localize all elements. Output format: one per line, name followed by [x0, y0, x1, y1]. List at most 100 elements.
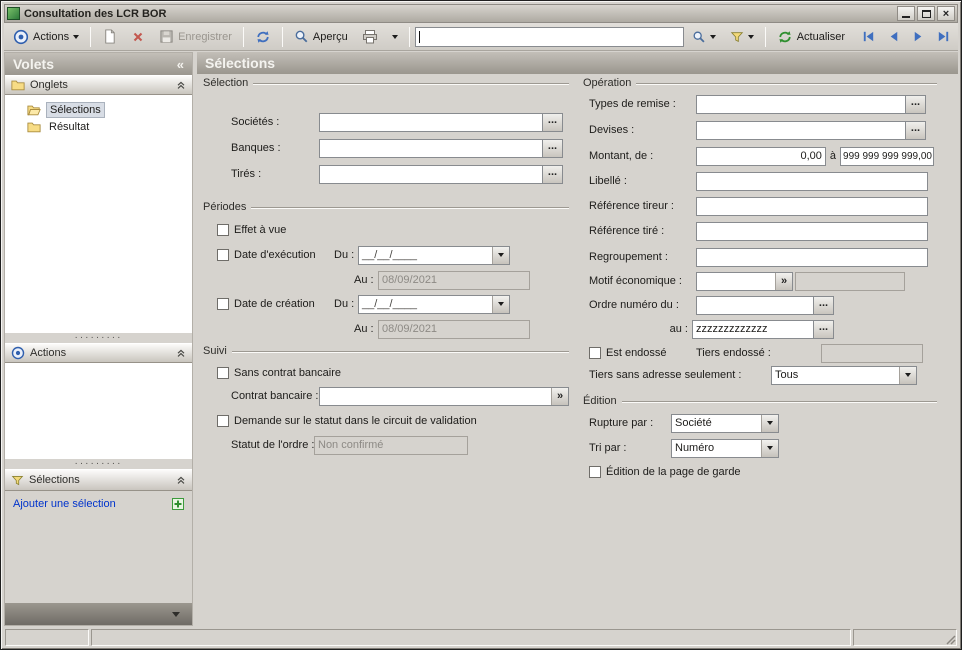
chevron-down-icon[interactable] — [761, 439, 778, 457]
du-label: Du : — [334, 298, 355, 310]
sidebar-splitter[interactable]: ········· — [5, 333, 192, 343]
ordre-du-browse-button[interactable]: ... — [814, 295, 834, 315]
status-panel — [853, 628, 957, 646]
tiers-endosse-input — [821, 343, 923, 363]
ordre-au-browse-button[interactable]: ... — [814, 319, 834, 339]
date-execution-au-input: 08/09/2021 — [378, 270, 530, 290]
rupture-row: Rupture par : Société — [589, 413, 779, 433]
text-caret — [418, 30, 420, 43]
new-document-icon — [105, 29, 115, 44]
tiers-sans-adresse-select[interactable]: Tous — [771, 365, 917, 385]
banques-input[interactable] — [319, 138, 543, 158]
contrat-bancaire-combo[interactable]: » — [319, 386, 569, 406]
chevron-down-icon[interactable] — [899, 366, 916, 384]
previous-record-button[interactable] — [882, 25, 905, 49]
add-selection-link[interactable]: Ajouter une sélection — [13, 498, 116, 510]
first-record-button[interactable] — [857, 25, 880, 49]
minimize-button[interactable] — [897, 6, 915, 21]
tree-item-selections[interactable]: Sélections — [17, 101, 192, 118]
resize-grip[interactable] — [944, 633, 956, 645]
date-execution-row: Date d'exécution Du : __/__/____ — [217, 245, 563, 265]
sidebar-splitter[interactable]: ········· — [5, 459, 192, 469]
last-record-button[interactable] — [932, 25, 955, 49]
search-input[interactable] — [414, 26, 684, 47]
double-chevron-icon[interactable]: » — [775, 272, 792, 290]
group-selection: Sélection — [203, 76, 569, 90]
sidebar-section-onglets[interactable]: Onglets — [5, 75, 192, 95]
plus-icon[interactable] — [172, 498, 184, 510]
tri-select[interactable]: Numéro — [671, 438, 779, 458]
date-creation-du-combo[interactable]: __/__/____ — [358, 294, 510, 314]
delete-button[interactable] — [125, 25, 151, 49]
new-button[interactable] — [96, 25, 123, 49]
collapse-sidebar-button[interactable]: « — [177, 57, 184, 72]
date-execution-du-combo[interactable]: __/__/____ — [358, 245, 510, 265]
ordre-au-input[interactable]: zzzzzzzzzzzzz — [692, 319, 814, 339]
minimize-icon — [902, 16, 910, 18]
save-button[interactable]: Enregistrer — [153, 25, 238, 49]
page-garde-checkbox[interactable] — [589, 466, 601, 478]
sidebar-filler — [5, 517, 192, 603]
tri-label: Tri par : — [589, 442, 627, 454]
date-creation-au-input: 08/09/2021 — [378, 319, 530, 339]
devises-browse-button[interactable]: ... — [906, 120, 926, 140]
ordre-au-row: au : zzzzzzzzzzzzz ... — [589, 319, 834, 339]
sidebar-section-selections[interactable]: Sélections — [5, 469, 192, 491]
sans-contrat-checkbox[interactable] — [217, 367, 229, 379]
societes-browse-button[interactable]: ... — [543, 112, 563, 132]
chevron-up-double-icon — [177, 81, 185, 89]
types-remise-input[interactable] — [696, 94, 906, 114]
date-execution-checkbox[interactable] — [217, 249, 229, 261]
filter-button[interactable] — [724, 25, 760, 49]
tree-item-resultat[interactable]: Résultat — [17, 118, 192, 135]
est-endosse-checkbox[interactable] — [589, 347, 601, 359]
rupture-label: Rupture par : — [589, 417, 654, 429]
ref-tire-input[interactable] — [696, 221, 928, 241]
ref-tireur-input[interactable] — [696, 196, 928, 216]
banques-browse-button[interactable]: ... — [543, 138, 563, 158]
sidebar-section-actions[interactable]: Actions — [5, 343, 192, 363]
montant-a-input[interactable]: 999 999 999 999,00 — [840, 146, 934, 166]
chevron-down-icon[interactable] — [492, 295, 509, 313]
rupture-select[interactable]: Société — [671, 413, 779, 433]
next-record-button[interactable] — [907, 25, 930, 49]
maximize-button[interactable] — [917, 6, 935, 21]
chevron-up-double-icon — [177, 476, 185, 484]
devises-input[interactable] — [696, 120, 906, 140]
date-creation-checkbox[interactable] — [217, 298, 229, 310]
toolbar-separator — [408, 26, 410, 47]
folder-icon — [27, 122, 41, 132]
preview-button[interactable]: Aperçu — [288, 25, 354, 49]
chevron-down-icon[interactable] — [761, 414, 778, 432]
actions-menu-button[interactable]: Actions — [7, 25, 85, 49]
motif-combo[interactable]: » — [696, 271, 793, 291]
libelle-input[interactable] — [696, 171, 928, 191]
print-button[interactable] — [356, 25, 384, 49]
tires-browse-button[interactable]: ... — [543, 164, 563, 184]
folder-open-icon — [27, 105, 41, 115]
print-options-button[interactable] — [386, 25, 404, 49]
tires-input[interactable] — [319, 164, 543, 184]
sidebar-bottom-bar[interactable] — [5, 603, 192, 625]
chevron-down-icon[interactable] — [492, 246, 509, 264]
last-record-icon — [938, 31, 949, 42]
regroupement-input[interactable] — [696, 247, 928, 267]
types-remise-browse-button[interactable]: ... — [906, 94, 926, 114]
titlebar[interactable]: Consultation des LCR BOR × — [4, 4, 958, 23]
double-chevron-icon[interactable]: » — [551, 387, 568, 405]
first-record-icon — [863, 31, 874, 42]
close-button[interactable]: × — [937, 6, 955, 21]
tiers-sans-adresse-label: Tiers sans adresse seulement : — [589, 369, 742, 381]
search-button[interactable] — [686, 25, 722, 49]
group-edition: Édition — [583, 394, 937, 408]
reload-button[interactable] — [249, 25, 277, 49]
ordre-du-input[interactable] — [696, 295, 814, 315]
date-creation-label: Date de création — [234, 298, 315, 310]
montant-de-input[interactable]: 0,00 — [695, 146, 826, 166]
societes-input[interactable] — [319, 112, 543, 132]
demande-statut-checkbox[interactable] — [217, 415, 229, 427]
refresh-button[interactable]: Actualiser — [771, 25, 851, 49]
magnifier-icon — [295, 30, 308, 43]
actions-icon — [11, 346, 25, 360]
effet-a-vue-checkbox[interactable] — [217, 224, 229, 236]
